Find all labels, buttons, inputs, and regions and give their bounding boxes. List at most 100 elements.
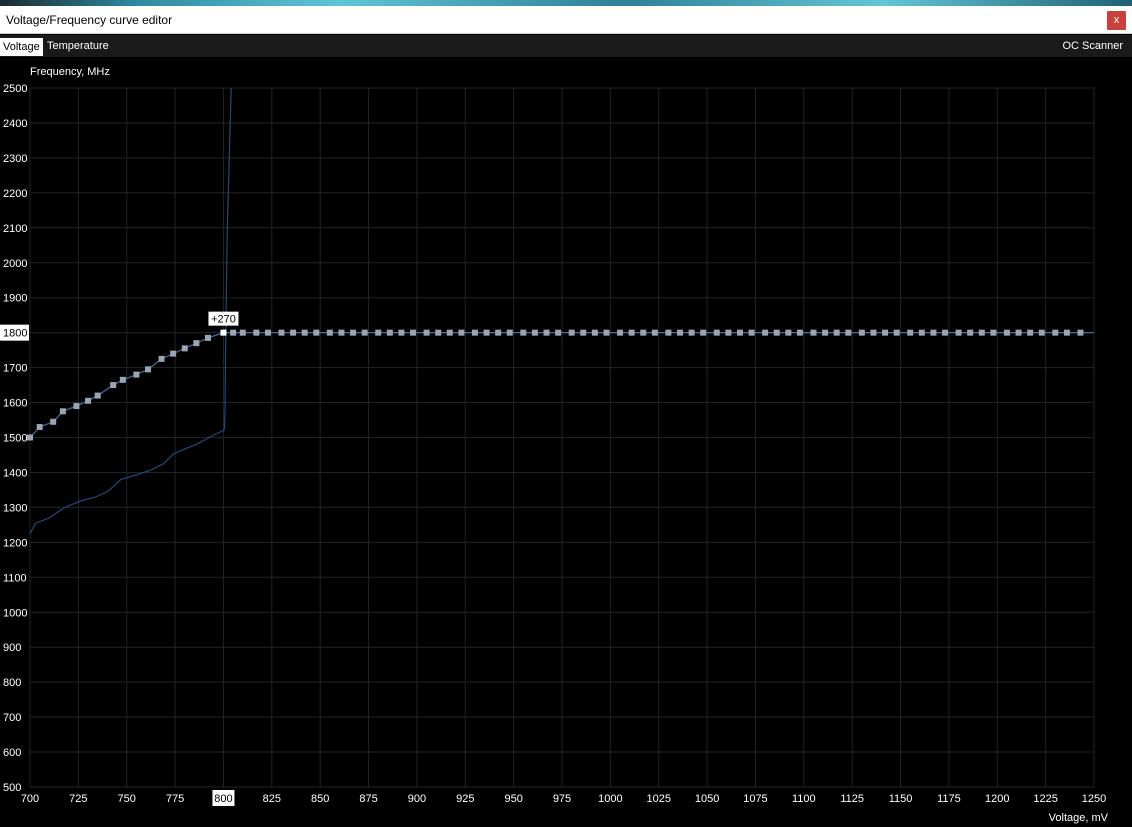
close-button[interactable]: x xyxy=(1107,11,1126,30)
vf-curve-chart[interactable]: 700 725 750 775 800 825 850 875 900 925 950 975 1000… xyxy=(0,57,1132,827)
curve-point[interactable] xyxy=(591,329,598,336)
curve-point[interactable] xyxy=(640,329,647,336)
curve-point[interactable] xyxy=(119,376,126,383)
curve-point[interactable] xyxy=(181,345,188,352)
curve-point[interactable] xyxy=(907,329,914,336)
curve-point[interactable] xyxy=(204,334,211,341)
curve-point[interactable] xyxy=(110,382,117,389)
curve-point[interactable] xyxy=(1015,329,1022,336)
curve-point[interactable] xyxy=(398,329,405,336)
curve-point[interactable] xyxy=(617,329,624,336)
curve-point[interactable] xyxy=(1052,329,1059,336)
curve-point[interactable] xyxy=(301,329,308,336)
curve-point[interactable] xyxy=(386,329,393,336)
curve-point[interactable] xyxy=(665,329,672,336)
curve-point[interactable] xyxy=(845,329,852,336)
x-axis-title: Voltage, mV xyxy=(1048,812,1108,824)
tab-voltage[interactable]: Voltage xyxy=(0,38,43,56)
curve-point[interactable] xyxy=(170,350,177,357)
curve-point[interactable] xyxy=(230,329,237,336)
vf-curve-chart-area[interactable]: Frequency, MHz 700 725 750 775 800 825 850 875 9… xyxy=(0,57,1132,827)
curve-point[interactable] xyxy=(531,329,538,336)
curve-point[interactable] xyxy=(471,329,478,336)
curve-point[interactable] xyxy=(990,329,997,336)
curve-point[interactable] xyxy=(50,418,57,425)
curve-point[interactable] xyxy=(133,371,140,378)
curve-point[interactable] xyxy=(858,329,865,336)
curve-point[interactable] xyxy=(483,329,490,336)
curve-point[interactable] xyxy=(36,424,43,431)
x-tick-label: 975 xyxy=(553,793,571,805)
curve-point[interactable] xyxy=(700,329,707,336)
curve-point[interactable] xyxy=(506,329,513,336)
curve-point[interactable] xyxy=(278,329,285,336)
curve-point[interactable] xyxy=(253,329,260,336)
x-tick-label: 700 xyxy=(21,793,39,805)
curve-point[interactable] xyxy=(978,329,985,336)
curve-point[interactable] xyxy=(59,408,66,415)
curve-point[interactable] xyxy=(833,329,840,336)
curve-point[interactable] xyxy=(520,329,527,336)
x-tick-label: 800 xyxy=(214,793,232,805)
curve-point[interactable] xyxy=(918,329,925,336)
curve-point[interactable] xyxy=(1077,329,1084,336)
curve-point[interactable] xyxy=(677,329,684,336)
curve-point[interactable] xyxy=(239,329,246,336)
curve-point[interactable] xyxy=(628,329,635,336)
curve-point[interactable] xyxy=(725,329,732,336)
curve-point[interactable] xyxy=(350,329,357,336)
curve-point[interactable] xyxy=(158,355,165,362)
curve-point[interactable] xyxy=(796,329,803,336)
curve-point[interactable] xyxy=(94,392,101,399)
curve-point[interactable] xyxy=(748,329,755,336)
curve-point[interactable] xyxy=(495,329,502,336)
curve-point[interactable] xyxy=(264,329,271,336)
curve-point[interactable] xyxy=(1038,329,1045,336)
curve-point[interactable] xyxy=(290,329,297,336)
curve-point[interactable] xyxy=(942,329,949,336)
curve-point[interactable] xyxy=(85,397,92,404)
curve-point[interactable] xyxy=(555,329,562,336)
tab-temperature[interactable]: Temperature xyxy=(44,39,112,56)
curve-point[interactable] xyxy=(410,329,417,336)
curve-point[interactable] xyxy=(458,329,465,336)
curve-point[interactable] xyxy=(762,329,769,336)
curve-point[interactable] xyxy=(893,329,900,336)
curve-point[interactable] xyxy=(326,329,333,336)
curve-point[interactable] xyxy=(785,329,792,336)
curve-point[interactable] xyxy=(423,329,430,336)
curve-point[interactable] xyxy=(955,329,962,336)
oc-scanner-button[interactable]: OC Scanner xyxy=(1062,39,1123,54)
curve-point[interactable] xyxy=(338,329,345,336)
curve-point[interactable] xyxy=(27,434,33,441)
curve-point[interactable] xyxy=(446,329,453,336)
curve-point[interactable] xyxy=(713,329,720,336)
curve-point[interactable] xyxy=(773,329,780,336)
curve-point[interactable] xyxy=(810,329,817,336)
curve-point[interactable] xyxy=(568,329,575,336)
curve-point[interactable] xyxy=(435,329,442,336)
curve-point[interactable] xyxy=(870,329,877,336)
curve-point[interactable] xyxy=(375,329,382,336)
curve-point[interactable] xyxy=(73,403,80,410)
curve-point[interactable] xyxy=(930,329,937,336)
curve-point[interactable] xyxy=(145,366,152,373)
curve-point[interactable] xyxy=(1003,329,1010,336)
curve-point[interactable] xyxy=(603,329,610,336)
y-tick-label: 2100 xyxy=(3,223,27,235)
curve-point[interactable] xyxy=(688,329,695,336)
curve-point[interactable] xyxy=(651,329,658,336)
curve-point[interactable] xyxy=(736,329,743,336)
curve-point[interactable] xyxy=(361,329,368,336)
curve-point[interactable] xyxy=(882,329,889,336)
curve-point[interactable] xyxy=(822,329,829,336)
curve-point[interactable] xyxy=(313,329,320,336)
curve-point[interactable] xyxy=(967,329,974,336)
window-titlebar[interactable]: Voltage/Frequency curve editor x xyxy=(0,6,1132,34)
selected-curve-point[interactable] xyxy=(220,329,227,336)
curve-point[interactable] xyxy=(1063,329,1070,336)
curve-point[interactable] xyxy=(580,329,587,336)
curve-point[interactable] xyxy=(193,340,200,347)
curve-point[interactable] xyxy=(543,329,550,336)
curve-point[interactable] xyxy=(1027,329,1034,336)
